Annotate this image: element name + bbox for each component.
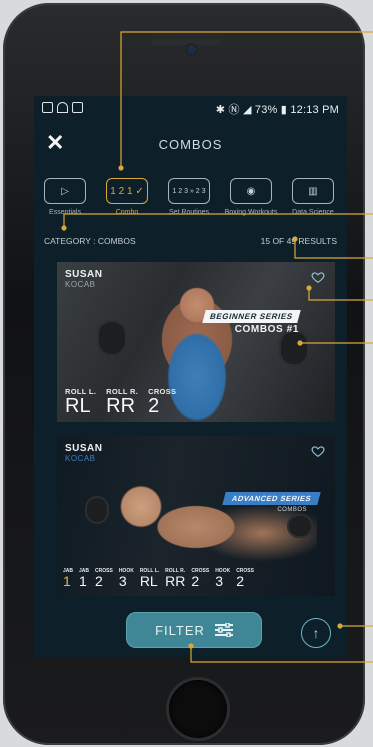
arrow-up-icon: ↑ [312,625,320,641]
move-code: 2 [95,573,103,589]
category-bar: CATEGORY : COMBOS 15 OF 49 RESULTS [34,234,347,248]
move-code: RL [139,573,158,589]
move-item: ROLL R. RR [106,387,138,416]
move-code: 2 [236,573,244,589]
move-item: ROLL L. RL [65,387,96,416]
boxing-glove [97,320,127,356]
tab-label: Essentials [49,209,81,216]
move-item: HOOK 3 [119,568,134,588]
combo-card-beginner[interactable]: SUSAN KOCAB BEGINNER SERIES COMBOS #1 RO… [57,262,335,422]
category-label: CATEGORY : COMBOS [44,236,136,246]
trainer-last-name: KOCAB [65,454,96,463]
sliders-icon [214,623,233,637]
notification-icon [72,102,83,113]
tab-data-science[interactable]: ▥ Data Science [282,176,344,224]
move-code: 3 [215,573,223,589]
move-item: CROSS 2 [148,387,176,416]
trainer-first-name: SUSAN [65,269,103,280]
filter-label: FILTER [155,622,205,638]
trainer-first-name: SUSAN [65,443,103,454]
tab-label: Data Science [292,209,334,216]
phone-frame: ✱ Ⓝ ◢ 73% ▮ 12:13 PM ✕ COMBOS ▷ Essentia… [3,3,365,745]
trainer-last-name: KOCAB [65,280,96,289]
signal-icon: ◢ [242,104,252,116]
speaker-grille [151,39,221,45]
move-item: ROLL L. RL [140,568,159,588]
trainer-photo [97,461,317,581]
move-item: CROSS 2 [191,568,209,588]
heart-icon[interactable] [311,270,325,284]
move-code: 3 [118,573,127,589]
move-sequence: JAB 1 JAB 1 CROSS 2 HOOK 3 ROLL L. RL ROLL R.… [63,568,254,588]
tab-label: Boxing Workouts [224,209,278,216]
camera-icon: ◉ [230,178,272,204]
series-badge: BEGINNER SERIES [202,310,301,323]
trainer-name: SUSAN KOCAB [65,270,103,290]
move-item: CROSS 2 [236,568,254,588]
tab-boxing-workouts[interactable]: ◉ Boxing Workouts [220,176,282,224]
boxing-glove [85,496,109,524]
battery-text: 73% [254,104,278,116]
battery-icon: ▮ [280,104,288,116]
bluetooth-icon: ✱ [215,104,226,116]
sequence-icon: 1 2 3 » 2 3 [168,178,210,204]
image-icon [42,102,53,113]
move-code: RR [106,395,136,417]
move-item: CROSS 2 [95,568,113,588]
move-code: 1 [63,573,71,589]
play-icon: ▷ [44,178,86,204]
boxing-glove [287,514,313,538]
boxing-glove [279,330,309,366]
move-item: HOOK 3 [215,568,230,588]
scroll-top-button[interactable]: ↑ [301,618,331,648]
heart-icon[interactable] [311,444,325,458]
combo-subtitle: COMBOS [277,507,307,513]
move-sequence: ROLL L. RL ROLL R. RR CROSS 2 [65,387,176,416]
wifi-icon [57,102,68,113]
status-right: ✱ Ⓝ ◢ 73% ▮ 12:13 PM [216,101,339,117]
chart-icon: ▥ [292,178,334,204]
home-button[interactable] [169,680,227,738]
clock: 12:13 PM [290,104,339,116]
tab-label: Set Routines [168,209,210,216]
move-code: RL [65,395,91,417]
nfc-icon: Ⓝ [228,104,240,116]
move-code: 2 [148,395,160,417]
move-code: 2 [191,573,200,589]
trainer-name: SUSAN KOCAB [65,444,103,464]
tab-set-routines[interactable]: 1 2 3 » 2 3 Set Routines [158,176,220,224]
tab-label: Combo [115,209,139,216]
status-icons [42,102,83,113]
app-screen: ✱ Ⓝ ◢ 73% ▮ 12:13 PM ✕ COMBOS ▷ Essentia… [34,96,347,658]
tab-essentials[interactable]: ▷ Essentials [34,176,96,224]
move-code: 1 [79,573,87,589]
combo-number: COMBOS #1 [234,324,299,335]
combo-card-advanced[interactable]: SUSAN KOCAB ADVANCED SERIES COMBOS JAB 1 … [57,436,335,596]
top-bar: ✕ COMBOS [34,124,347,168]
category-tabs: ▷ Essentials 1 2 1 ✓ Combo 1 2 3 » 2 3 S… [34,176,347,224]
status-bar: ✱ Ⓝ ◢ 73% ▮ 12:13 PM [34,96,347,120]
page-title: COMBOS [158,137,223,152]
move-item: ROLL R. RR [165,568,185,588]
front-camera [187,45,196,54]
series-badge: ADVANCED SERIES [222,492,321,505]
move-code: RR [165,573,186,589]
tab-combo[interactable]: 1 2 1 ✓ Combo [96,176,158,224]
combo-icon: 1 2 1 ✓ [106,178,148,204]
results-count: 15 OF 49 RESULTS [260,236,337,246]
move-item: JAB 1 [63,568,73,588]
move-item: JAB 1 [79,568,89,588]
filter-button[interactable]: FILTER [126,612,262,648]
